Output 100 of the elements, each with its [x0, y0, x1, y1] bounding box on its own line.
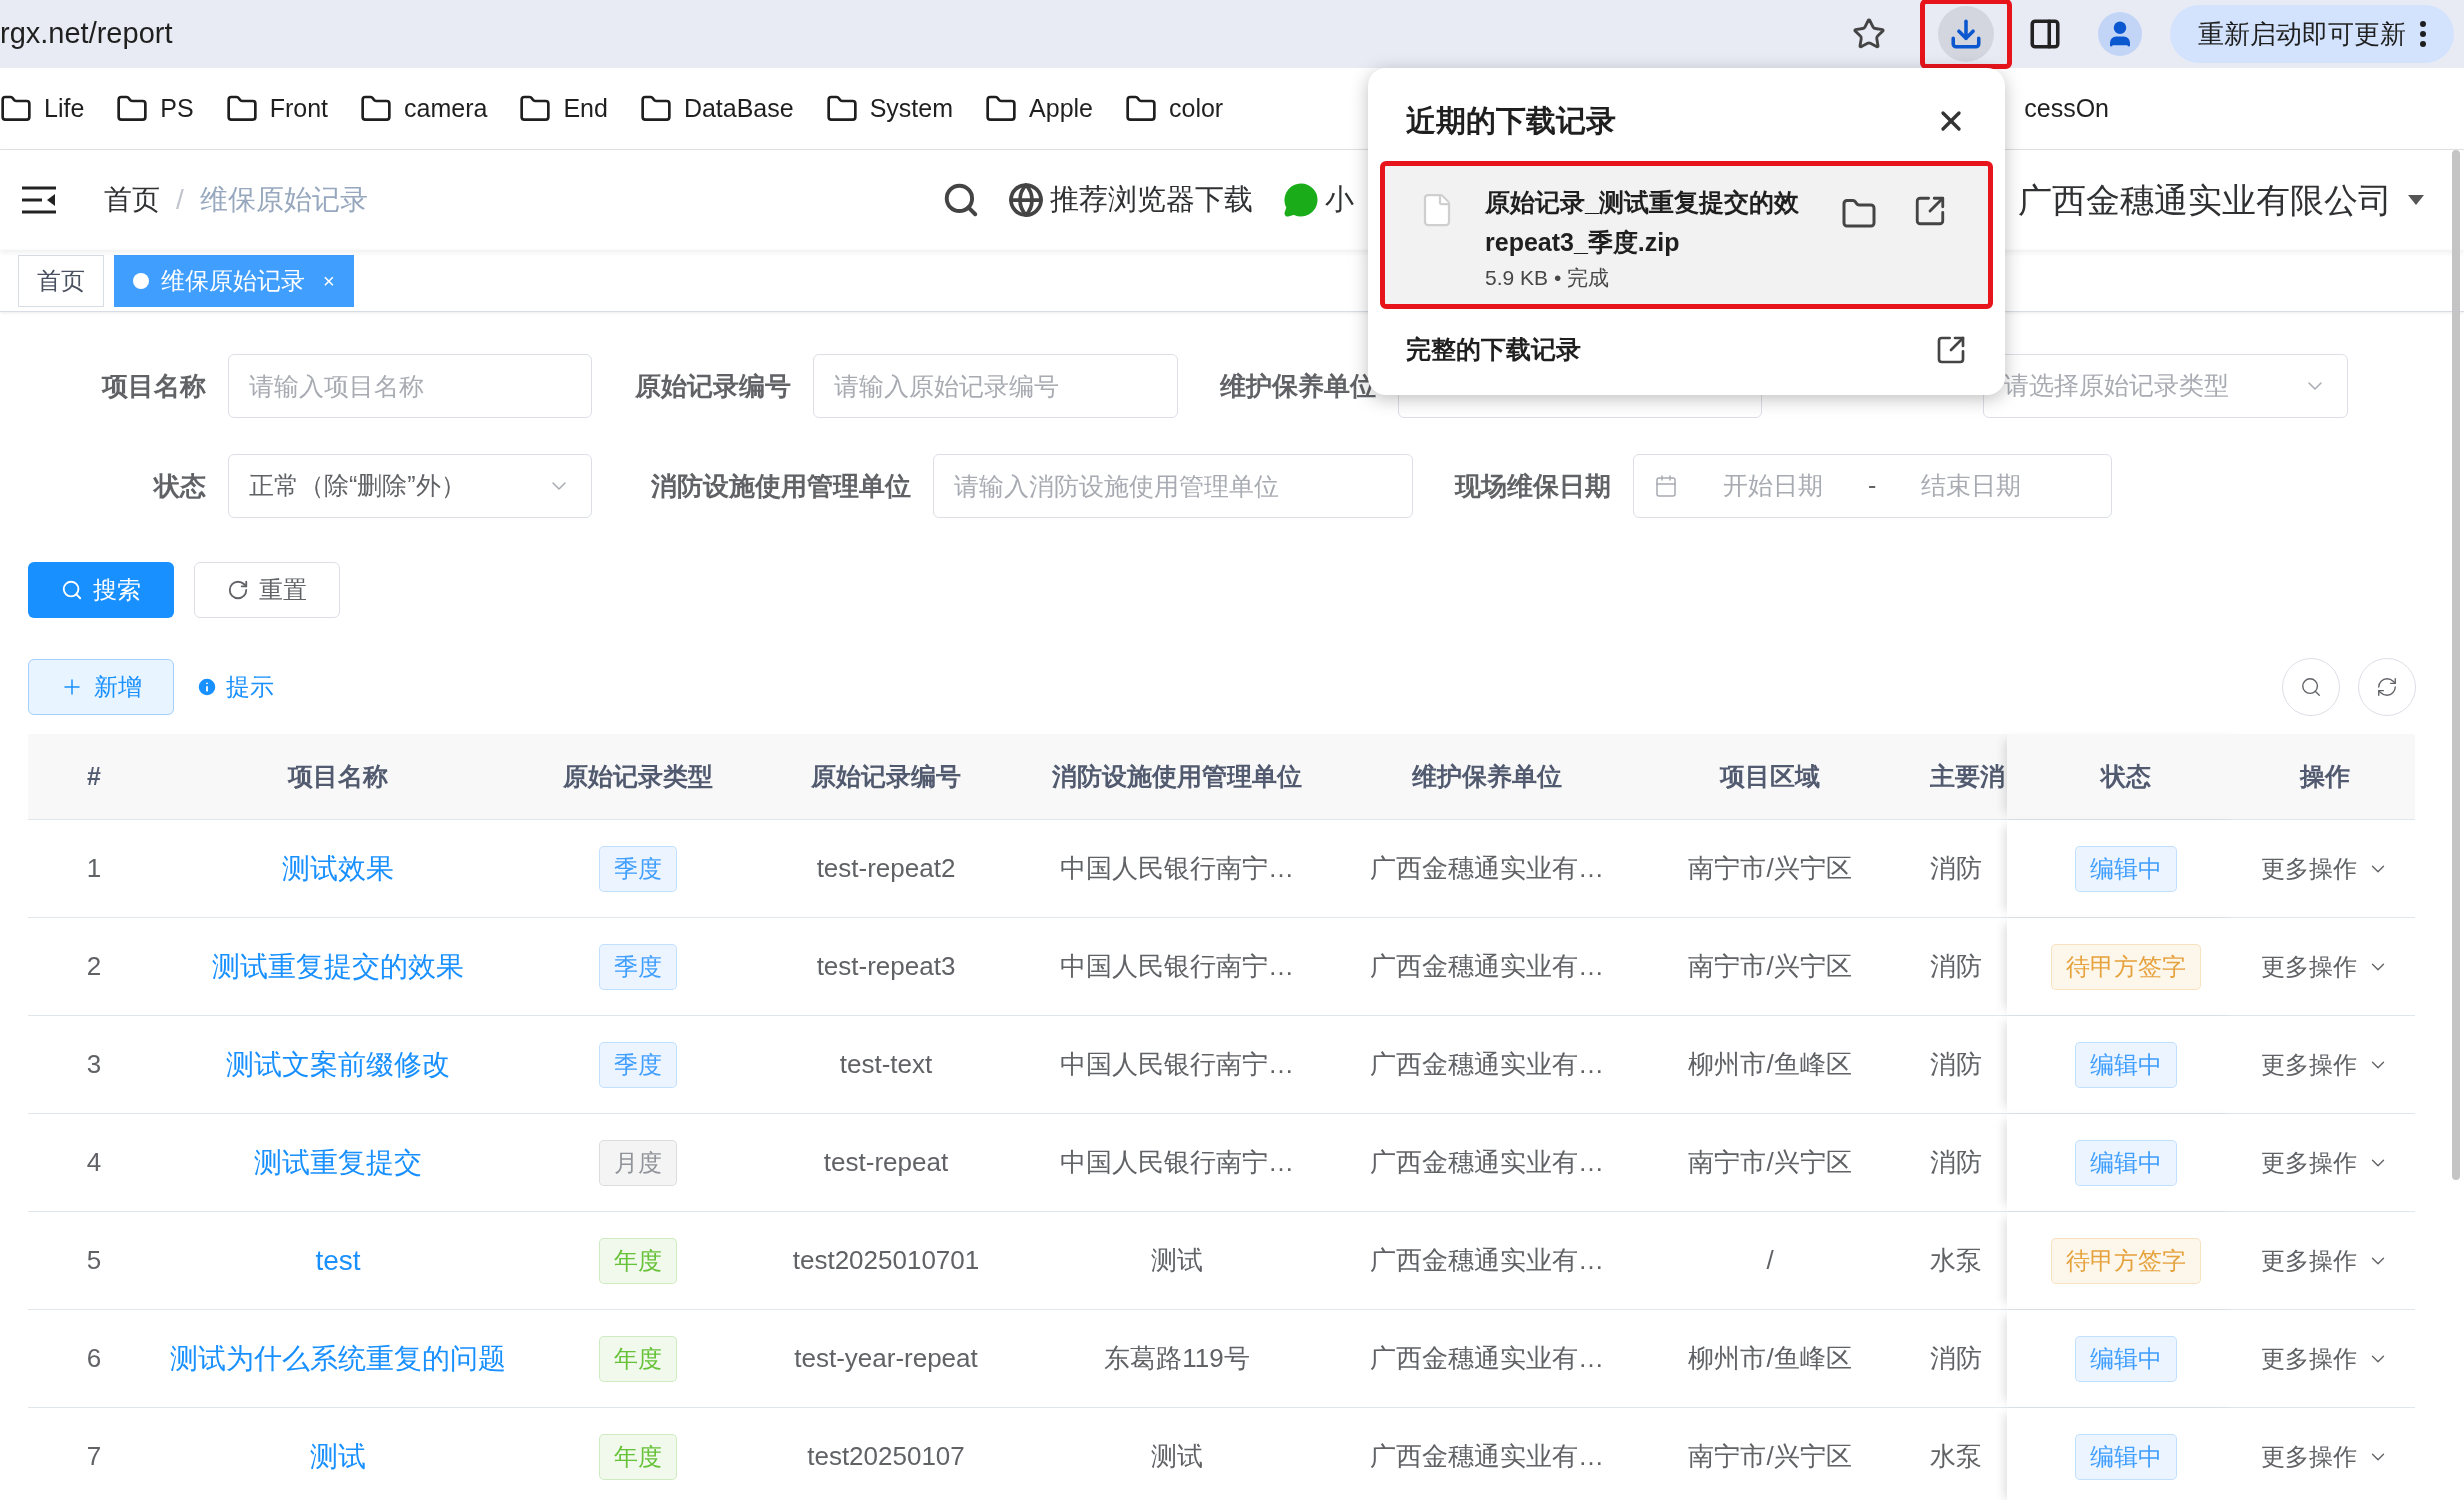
table-cell-text: 消防 [1930, 1146, 1982, 1179]
more-actions-dropdown[interactable]: 更多操作 [2260, 1438, 2389, 1475]
more-vertical-icon [2420, 21, 2426, 47]
table-cell-text: 测试 [1151, 1244, 1203, 1277]
download-item[interactable]: 原始记录_测试重复提交的效 repeat3_季度.zip 5.9 KB • 完成 [1380, 161, 1993, 309]
table-cell-text: 广西金穗通实业有… [1370, 950, 1604, 983]
bookmark-link[interactable]: cessOn [2024, 89, 2109, 128]
open-external-icon[interactable] [1913, 194, 1947, 228]
status-tag: 待甲方签字 [2050, 943, 2201, 990]
date-range-field[interactable]: 开始日期 - 结束日期 [1633, 454, 2112, 518]
table-cell-text: 水泵 [1930, 1440, 1982, 1473]
scrollbar-thumb[interactable] [2452, 150, 2460, 1180]
side-panel-icon[interactable] [2028, 17, 2062, 51]
bookmark-star-icon[interactable] [1852, 17, 1886, 51]
more-actions-dropdown[interactable]: 更多操作 [2260, 1242, 2389, 1279]
more-actions-dropdown[interactable]: 更多操作 [2260, 850, 2389, 887]
filter-label: 现场维保日期 [1455, 469, 1611, 503]
file-name: repeat3_季度.zip [1485, 227, 1681, 258]
table-cell-text: 4 [86, 1146, 102, 1179]
page-tab[interactable]: 首页 [18, 254, 104, 307]
table-cell-text: test-repeat3 [816, 950, 956, 983]
url-text[interactable]: rgx.net/report [0, 12, 173, 56]
filter-label: 原始记录编号 [635, 369, 791, 403]
popup-title: 近期的下载记录 [1406, 103, 1616, 139]
column-header: 项目名称 [288, 760, 388, 792]
type-tag: 年度 [599, 1433, 677, 1480]
wechat-link[interactable]: 小 [1282, 178, 1354, 222]
text-input[interactable]: 请输入消防设施使用管理单位 [933, 454, 1413, 518]
status-tag: 编辑中 [2074, 845, 2177, 892]
breadcrumb-link[interactable]: 首页 [104, 179, 160, 221]
table-cell-text: 1 [86, 852, 102, 885]
more-actions-dropdown[interactable]: 更多操作 [2260, 1340, 2389, 1377]
table-cell-text: 广西金穗通实业有… [1370, 1048, 1604, 1081]
status-tag: 待甲方签字 [2050, 1237, 2201, 1284]
status-tag: 编辑中 [2074, 1433, 2177, 1480]
table-cell-text: 消防 [1930, 1048, 1982, 1081]
table-cell-text: 中国人民银行南宁… [1060, 1146, 1294, 1179]
table-cell-text: 南宁市/兴宁区 [1688, 1146, 1852, 1179]
text-input[interactable]: 请输入项目名称 [228, 354, 592, 418]
table-cell-text: test2025010701 [792, 1244, 980, 1277]
column-header: 原始记录类型 [563, 760, 713, 792]
text-input[interactable]: 请输入原始记录编号 [813, 354, 1178, 418]
bookmark-folder[interactable]: Front [209, 89, 345, 128]
table-cell-text: 广西金穗通实业有… [1370, 852, 1604, 885]
bookmark-folder[interactable]: End [503, 89, 624, 128]
table-cell-text: 中国人民银行南宁… [1060, 1048, 1294, 1081]
table-cell-text: 水泵 [1930, 1244, 1982, 1277]
bookmark-folder[interactable]: camera [344, 89, 504, 128]
end-date-input[interactable]: 结束日期 [1896, 467, 2047, 505]
filter-label: 状态 [154, 469, 206, 503]
column-header: 状态 [2100, 760, 2151, 792]
reset-button[interactable]: 重置 [194, 562, 340, 618]
table-cell-text: 消防 [1930, 950, 1982, 983]
column-header: 项目区域 [1720, 760, 1820, 792]
reset-icon [227, 579, 249, 601]
table-cell-text: 消防 [1930, 852, 1982, 885]
chat-bubble-icon [1282, 182, 1319, 218]
table-cell-text: 广西金穗通实业有… [1370, 1244, 1604, 1277]
more-actions-dropdown[interactable]: 更多操作 [2260, 948, 2389, 985]
column-header: 维护保养单位 [1412, 760, 1562, 792]
bookmark-folder[interactable]: color [1109, 89, 1240, 128]
select-field[interactable]: 正常（除“删除”外） [228, 454, 592, 518]
table-cell-text: 广西金穗通实业有… [1370, 1146, 1604, 1179]
file-status: 5.9 KB • 完成 [1485, 265, 1611, 291]
company-dropdown[interactable]: 广西金穗通实业有限公司 [2018, 174, 2424, 226]
type-tag: 年度 [599, 1237, 677, 1284]
browser-download-link[interactable]: 推荐浏览器下载 [1007, 178, 1253, 222]
refresh-icon [2376, 676, 2398, 698]
filter-label: 项目名称 [102, 369, 206, 403]
bookmark-folder[interactable]: Apple [969, 89, 1109, 128]
bookmark-folder[interactable]: DataBase [623, 89, 810, 128]
update-button[interactable]: 重新启动即可更新 [2170, 5, 2454, 63]
table-cell-text: 消防 [1930, 1342, 1982, 1375]
bookmark-folder[interactable]: PS [100, 89, 210, 128]
profile-avatar[interactable] [2098, 12, 2142, 56]
status-tag: 编辑中 [2074, 1335, 2177, 1382]
column-header: 主要消 [1930, 760, 2005, 792]
breadcrumb-current: 维保原始记录 [199, 183, 368, 217]
menu-fold-icon[interactable] [22, 186, 56, 214]
table-cell-text: test-repeat2 [816, 852, 956, 885]
more-actions-dropdown[interactable]: 更多操作 [2260, 1144, 2389, 1181]
table-cell-text: 广西金穗通实业有… [1370, 1342, 1604, 1375]
more-actions-dropdown[interactable]: 更多操作 [2260, 1046, 2389, 1083]
search-icon [61, 579, 83, 601]
table-cell-text: 南宁市/兴宁区 [1688, 852, 1852, 885]
type-tag: 季度 [599, 1041, 677, 1088]
calendar-icon [1654, 474, 1678, 498]
table-cell-text: 3 [86, 1048, 102, 1081]
table-cell-text: 中国人民银行南宁… [1060, 950, 1294, 983]
status-tag: 编辑中 [2074, 1139, 2177, 1186]
bookmark-folder[interactable]: System [809, 89, 970, 128]
table-cell-text: 广西金穗通实业有… [1370, 1440, 1604, 1473]
globe-icon [1007, 182, 1044, 218]
bookmark-folder[interactable]: Life [0, 89, 101, 128]
type-tag: 年度 [599, 1335, 677, 1382]
info-icon [196, 676, 218, 698]
start-date-input[interactable]: 开始日期 [1698, 467, 1848, 505]
table-cell-text: 5 [86, 1244, 102, 1277]
hint-link[interactable]: 提示 [196, 669, 274, 705]
table-cell-text: 南宁市/兴宁区 [1688, 1440, 1852, 1473]
